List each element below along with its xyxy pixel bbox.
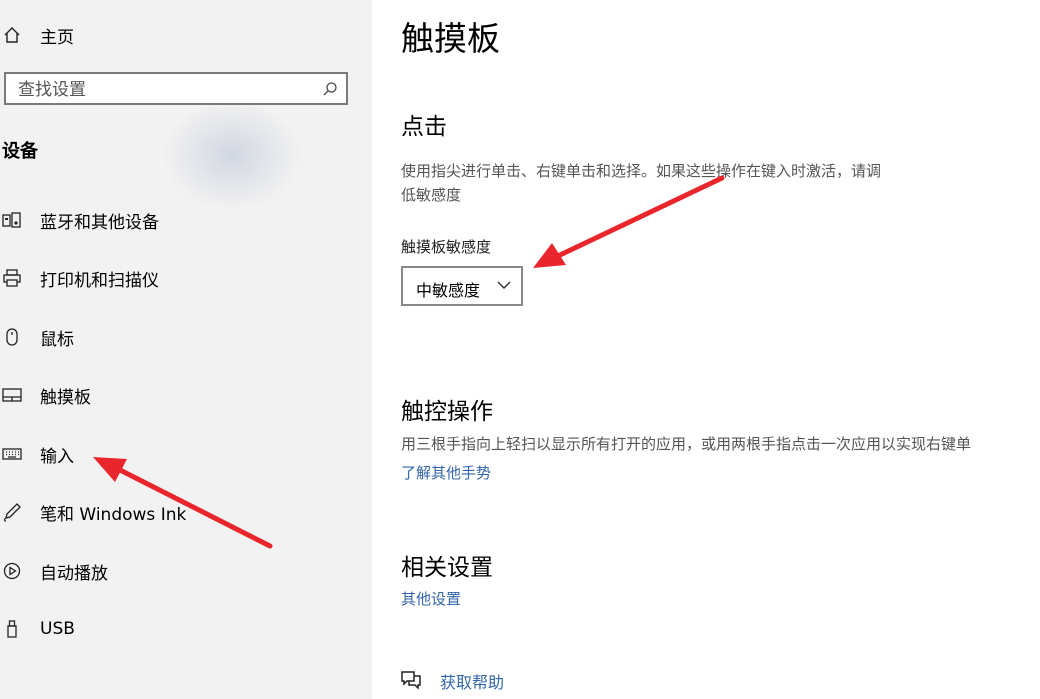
autoplay-icon xyxy=(3,562,21,580)
sidebar-item-usb[interactable]: USB xyxy=(0,609,372,649)
keyboard-icon xyxy=(2,448,22,460)
sidebar-item-printers[interactable]: 打印机和扫描仪 xyxy=(0,258,372,298)
usb-icon xyxy=(7,620,17,638)
sidebar-home[interactable]: 主页 xyxy=(0,15,372,55)
search-input[interactable] xyxy=(16,78,320,102)
printer-icon xyxy=(3,269,21,287)
help-chat-icon xyxy=(401,671,421,690)
touchpad-icon xyxy=(2,388,22,402)
gestures-heading: 触控操作 xyxy=(401,399,493,425)
sidebar-home-label: 主页 xyxy=(40,27,74,48)
tap-description-line1: 使用指尖进行单击、右键单击和选择。如果这些操作在键入时激活，请调 xyxy=(401,162,882,180)
search-icon[interactable] xyxy=(322,81,338,97)
pen-icon xyxy=(3,503,21,522)
sidebar-item-autoplay[interactable]: 自动播放 xyxy=(0,551,372,591)
sidebar-item-label: 蓝牙和其他设备 xyxy=(40,212,159,233)
bluetooth-device-icon xyxy=(2,212,21,228)
search-box[interactable] xyxy=(4,72,348,105)
section-title: 设备 xyxy=(2,141,38,162)
gestures-description: 用三根手指向上轻扫以显示所有打开的应用，或用两根手指点击一次应用以实现右键单 xyxy=(401,435,972,453)
sensitivity-value: 中敏感度 xyxy=(416,281,481,300)
additional-settings-link[interactable]: 其他设置 xyxy=(401,588,461,609)
page-title: 触摸板 xyxy=(401,19,500,58)
mouse-icon xyxy=(6,328,18,346)
sidebar-item-label: 自动播放 xyxy=(40,563,108,584)
sidebar-item-label: USB xyxy=(40,619,75,639)
sidebar-item-label: 输入 xyxy=(40,446,74,467)
sidebar-item-label: 笔和 Windows Ink xyxy=(40,504,187,525)
sidebar-item-typing[interactable]: 输入 xyxy=(0,434,372,474)
sidebar-item-label: 鼠标 xyxy=(40,329,74,350)
sensitivity-dropdown[interactable]: 中敏感度 xyxy=(401,266,523,306)
related-settings-heading: 相关设置 xyxy=(401,555,493,581)
home-icon xyxy=(4,27,20,43)
tap-heading: 点击 xyxy=(401,114,447,140)
sidebar-item-pen[interactable]: 笔和 Windows Ink xyxy=(0,492,372,532)
sidebar-item-mouse[interactable]: 鼠标 xyxy=(0,317,372,357)
chevron-down-icon xyxy=(497,281,511,289)
sidebar-item-label: 打印机和扫描仪 xyxy=(40,270,159,291)
sidebar-item-label: 触摸板 xyxy=(40,387,91,408)
main-content: 触摸板 点击 使用指尖进行单击、右键单击和选择。如果这些操作在键入时激活，请调 … xyxy=(372,0,1040,699)
learn-gestures-link[interactable]: 了解其他手势 xyxy=(401,462,491,483)
sidebar-item-bluetooth[interactable]: 蓝牙和其他设备 xyxy=(0,200,372,240)
sensitivity-label: 触摸板敏感度 xyxy=(401,238,492,256)
sidebar: 主页 设备 蓝牙和其他设备 打印机和扫描仪 鼠标 xyxy=(0,0,372,699)
sidebar-item-touchpad[interactable]: 触摸板 xyxy=(0,375,372,415)
get-help-link[interactable]: 获取帮助 xyxy=(440,669,504,693)
tap-description-line2: 低敏感度 xyxy=(401,186,462,204)
